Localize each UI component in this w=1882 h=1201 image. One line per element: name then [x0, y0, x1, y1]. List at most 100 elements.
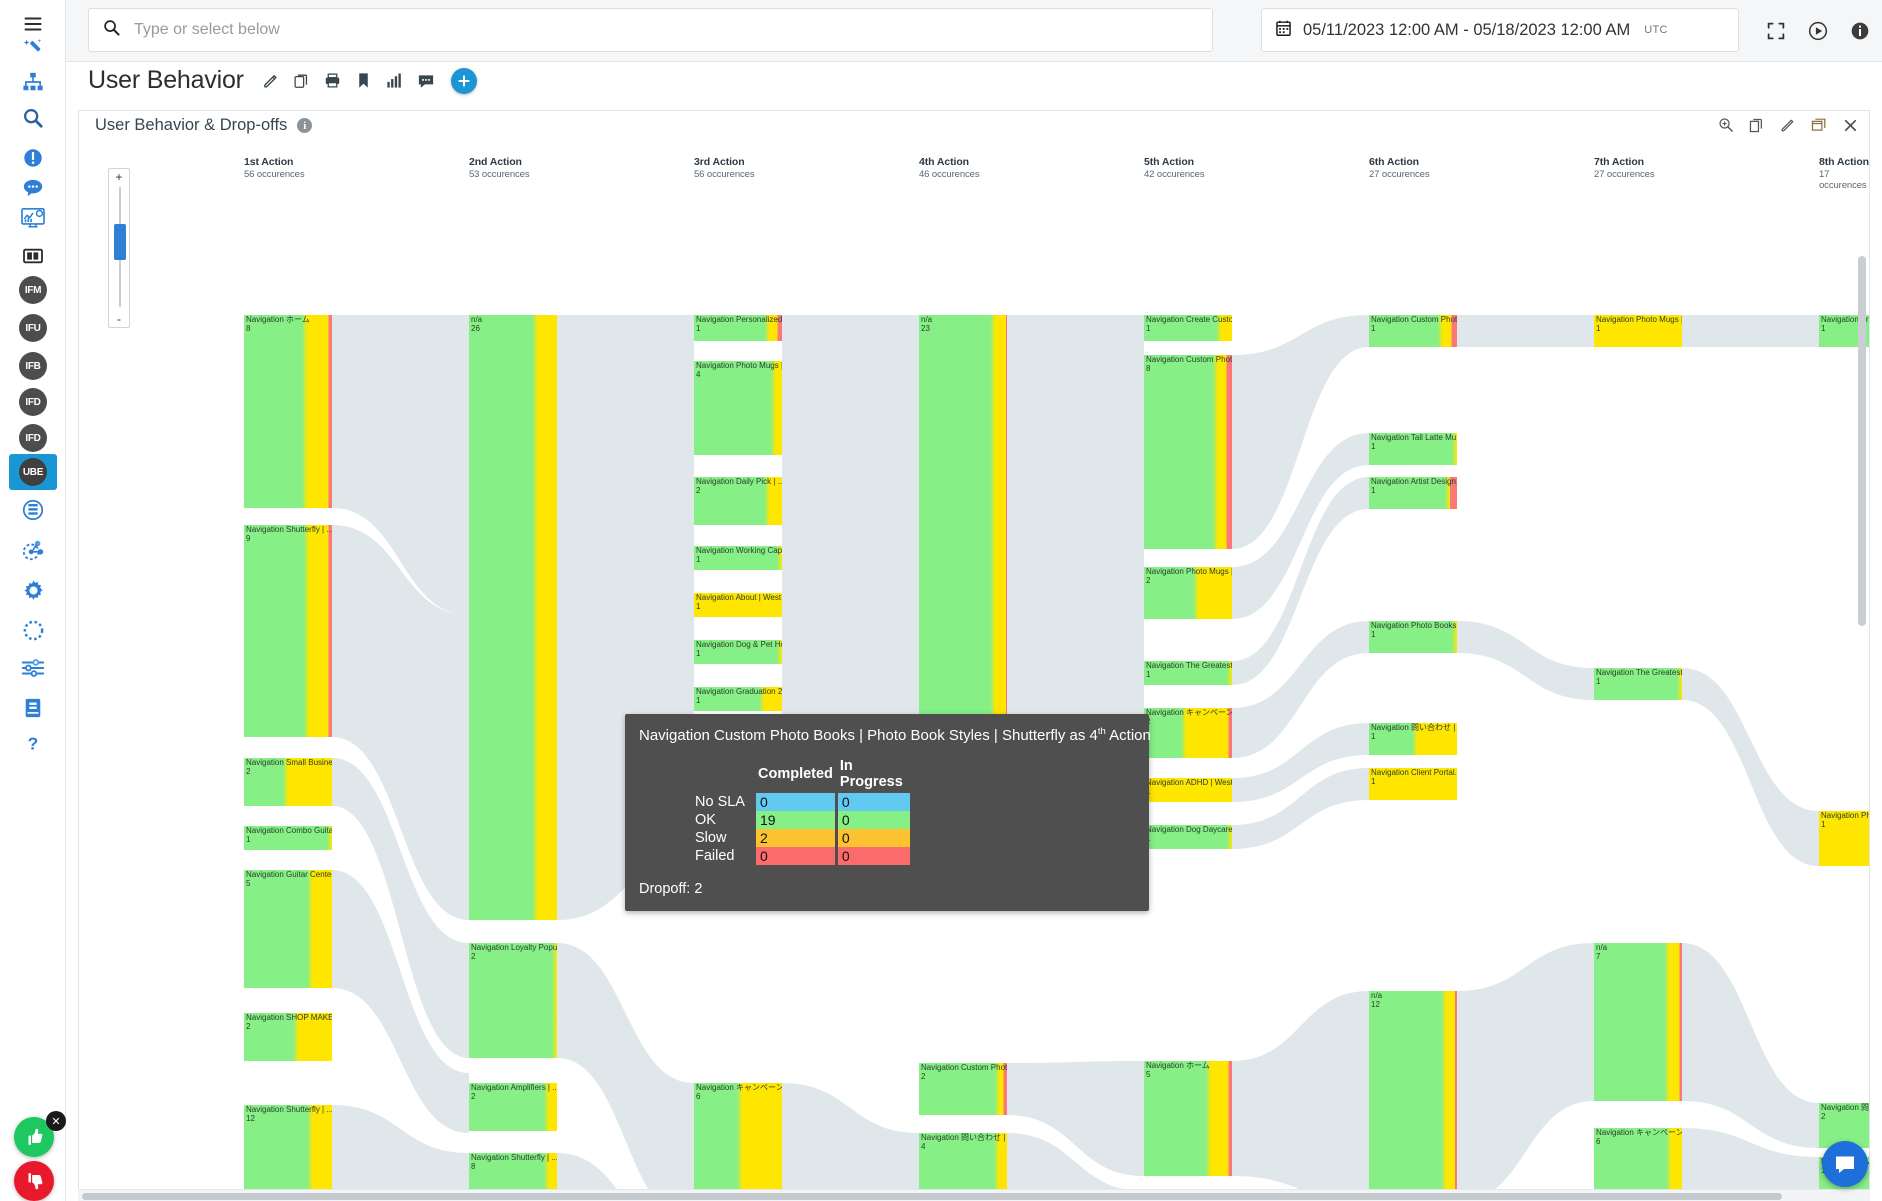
- sidebar-badge-ifm-wrap[interactable]: IFM: [19, 276, 47, 304]
- sankey-node[interactable]: Navigation The Greatest ...1: [1144, 661, 1232, 685]
- zoom-in-button[interactable]: +: [115, 170, 122, 184]
- sankey-link[interactable]: [1682, 668, 1819, 866]
- sankey-node[interactable]: Navigation Shutterfly | ...8: [469, 1153, 557, 1194]
- info-icon[interactable]: [1847, 18, 1873, 44]
- sidebar-badge-ube-wrap[interactable]: UBE: [9, 454, 57, 490]
- sitemap-icon[interactable]: [9, 64, 57, 100]
- sankey-node[interactable]: Navigation Artist Design...1: [1369, 477, 1457, 509]
- sankey-node[interactable]: n/a12: [1369, 991, 1457, 1194]
- add-icon[interactable]: [451, 68, 477, 94]
- sidebar-badge-ifm[interactable]: IFM: [9, 272, 57, 308]
- sankey-node[interactable]: Navigation Photo Books, ...1: [1819, 811, 1869, 866]
- zoom-out-button[interactable]: -: [117, 312, 121, 326]
- sankey-node[interactable]: Navigation Graduation 20...1: [694, 687, 782, 711]
- sankey-node[interactable]: Navigation Dog Daycare H...1: [1144, 825, 1232, 849]
- zoom-thumb[interactable]: [114, 224, 126, 260]
- sankey-link[interactable]: [1682, 315, 1819, 347]
- sankey-node[interactable]: n/a7: [1594, 943, 1682, 1101]
- sidebar-badge-ifb[interactable]: IFB: [9, 348, 57, 384]
- horizontal-scrollbar[interactable]: [78, 1189, 1870, 1201]
- sliders-icon[interactable]: [9, 650, 57, 686]
- sankey-node[interactable]: Navigation ホーム8: [244, 315, 332, 508]
- columns-layout-icon[interactable]: [9, 238, 57, 274]
- sankey-node[interactable]: Navigation Small Busines...2: [244, 758, 332, 806]
- sankey-node[interactable]: Navigation Personalized ...1: [694, 315, 782, 341]
- sankey-node[interactable]: Navigation ホーム5: [1144, 1061, 1232, 1176]
- print-icon[interactable]: [320, 68, 346, 94]
- sankey-node[interactable]: Navigation Photo Mugs | ...1: [1594, 315, 1682, 347]
- edit-pencil-icon[interactable]: [258, 68, 284, 94]
- sidebar-badge-ifu-wrap[interactable]: IFU: [19, 314, 47, 342]
- sankey-link[interactable]: [1457, 943, 1594, 1194]
- sidebar-badge-ifb-wrap[interactable]: IFB: [19, 352, 47, 380]
- vertical-scrollbar[interactable]: [1856, 256, 1868, 816]
- sankey-node[interactable]: Navigation About | West ...1: [694, 593, 782, 617]
- duplicate-icon[interactable]: [1748, 116, 1766, 134]
- vertical-scroll-thumb[interactable]: [1858, 256, 1866, 626]
- close-icon[interactable]: ✕: [46, 1111, 66, 1131]
- date-range-picker[interactable]: 05/11/2023 12:00 AM - 05/18/2023 12:00 A…: [1261, 8, 1739, 52]
- restore-window-icon[interactable]: [1810, 116, 1828, 134]
- sankey-link[interactable]: [782, 1083, 919, 1194]
- sankey-node[interactable]: Navigation Daily Pick | ...2: [694, 477, 782, 525]
- sankey-node[interactable]: Navigation Shutterfly | ...9: [244, 525, 332, 737]
- sankey-node[interactable]: Navigation Loyalty Popup2: [469, 943, 557, 1058]
- sankey-node[interactable]: Navigation SHOP MAKEUP B...2: [244, 1013, 332, 1061]
- sankey-node[interactable]: Navigation Dog & Pet Hot...1: [694, 640, 782, 664]
- sankey-node[interactable]: Navigation Custom Photo ...8: [1144, 355, 1232, 549]
- close-icon[interactable]: [1841, 116, 1859, 134]
- monitor-dashboard-icon[interactable]: [9, 200, 57, 236]
- sidebar-badge-ifu[interactable]: IFU: [9, 310, 57, 346]
- sankey-link[interactable]: [1232, 991, 1369, 1194]
- sankey-node[interactable]: Navigation Photo Mugs | ...2: [1144, 567, 1232, 619]
- zoom-slider[interactable]: + -: [108, 168, 130, 328]
- sankey-node[interactable]: Navigation Create Custom...1: [1144, 315, 1232, 341]
- bar-chart-icon[interactable]: [382, 68, 408, 94]
- network-node-icon[interactable]: [9, 532, 57, 568]
- help-question-icon[interactable]: ?: [9, 726, 57, 762]
- sankey-node[interactable]: Navigation キャンペーン | Mons...6: [1594, 1128, 1682, 1194]
- horizontal-scroll-thumb[interactable]: [82, 1193, 1782, 1200]
- sankey-node[interactable]: Navigation Photo Books, ...1: [1369, 621, 1457, 653]
- zoom-in-icon[interactable]: [1717, 116, 1735, 134]
- sankey-node[interactable]: Navigation ADHD | West B...1: [1144, 778, 1232, 802]
- sidebar-badge-ifd2[interactable]: IFD: [9, 420, 57, 456]
- edit-pencil-icon[interactable]: [1779, 116, 1797, 134]
- sankey-node[interactable]: Navigation The Greatest ...1: [1594, 668, 1682, 700]
- play-icon[interactable]: [1805, 18, 1831, 44]
- sankey-node[interactable]: Navigation Tall Latte Mu...1: [1369, 433, 1457, 465]
- sidebar-badge-ifd2-wrap[interactable]: IFD: [19, 424, 47, 452]
- search-icon[interactable]: [9, 100, 57, 136]
- chat-widget-icon[interactable]: [1822, 1141, 1868, 1187]
- sankey-link[interactable]: [1682, 943, 1819, 1148]
- sankey-node[interactable]: Navigation Shutterfly | ...12: [244, 1105, 332, 1194]
- sankey-node[interactable]: Navigation Custom Photo ...2: [919, 1063, 1007, 1115]
- fullscreen-icon[interactable]: [1763, 18, 1789, 44]
- sankey-scroll-area[interactable]: 1st Action56 occurences2nd Action53 occu…: [79, 143, 1869, 1194]
- sankey-node[interactable]: Navigation Photo Mugs | ...4: [694, 361, 782, 455]
- comment-icon[interactable]: [413, 68, 439, 94]
- dotted-circle-icon[interactable]: [9, 612, 57, 648]
- sidebar-badge-ube[interactable]: UBE: [9, 454, 57, 490]
- sankey-link[interactable]: [1457, 315, 1594, 347]
- sankey-link[interactable]: [1457, 621, 1594, 700]
- gear-icon[interactable]: [9, 572, 57, 608]
- book-icon[interactable]: [9, 690, 57, 726]
- sankey-node[interactable]: Navigation キャンペーン | Mons...6: [694, 1083, 782, 1194]
- sankey-node[interactable]: Navigation Guitar Center...5: [244, 870, 332, 988]
- sankey-node[interactable]: Navigation Combo Guitar ...1: [244, 826, 332, 850]
- sankey-node[interactable]: Navigation 問い合わせ | Monst...1: [1369, 723, 1457, 755]
- sidebar-badge-ifd[interactable]: IFD: [9, 384, 57, 420]
- copy-icon[interactable]: [289, 68, 315, 94]
- database-icon[interactable]: [9, 492, 57, 528]
- sankey-node[interactable]: Navigation Custom Photo ...1: [1369, 315, 1457, 347]
- sankey-node[interactable]: Navigation キャンペーン | Mons...2: [1144, 708, 1232, 758]
- sidebar-badge-ifd-wrap[interactable]: IFD: [19, 388, 47, 416]
- sankey-node[interactable]: Navigation Working Capit...1: [694, 546, 782, 570]
- magic-wand-icon[interactable]: [9, 30, 57, 66]
- sankey-node[interactable]: Navigation 問い合わせ | Monst...4: [919, 1133, 1007, 1194]
- sankey-node[interactable]: Navigation Client Portal...1: [1369, 768, 1457, 800]
- info-icon[interactable]: i: [297, 118, 312, 133]
- thumbs-down-icon[interactable]: [14, 1161, 54, 1201]
- sankey-node[interactable]: Navigation Amplifiers | ...2: [469, 1083, 557, 1131]
